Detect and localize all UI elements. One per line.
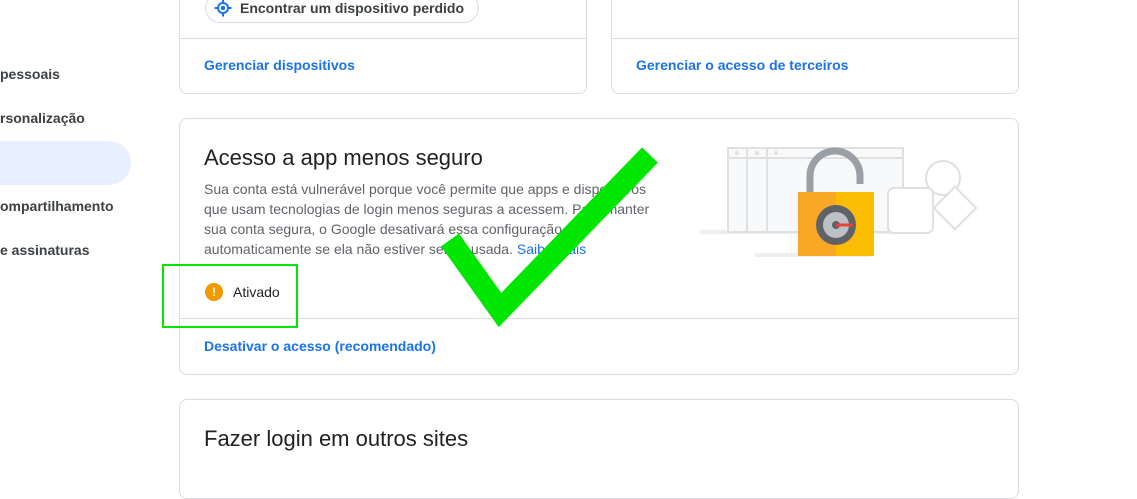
sidebar-item-label: e assinaturas	[0, 242, 90, 258]
locate-icon	[214, 0, 232, 17]
card-divider	[180, 38, 586, 39]
checkmark-icon	[430, 140, 670, 335]
card-title: Fazer login em outros sites	[204, 426, 469, 451]
other-sites-card: Fazer login em outros sites	[179, 399, 1019, 499]
sidebar-item-security[interactable]	[0, 141, 131, 185]
sidebar-item-label: pessoais	[0, 66, 60, 82]
sidebar-item-personalization[interactable]: rsonalização	[0, 96, 131, 140]
sidebar-item-label: rsonalização	[0, 110, 85, 126]
sidebar-item-payments[interactable]: e assinaturas	[0, 228, 131, 272]
manage-devices-link[interactable]: Gerenciar dispositivos	[204, 57, 355, 73]
card-divider	[612, 38, 1018, 39]
devices-card: Encontrar um dispositivo perdido Gerenci…	[179, 0, 587, 94]
disable-access-link[interactable]: Desativar o acesso (recomendado)	[204, 338, 436, 354]
manage-third-party-link[interactable]: Gerenciar o acesso de terceiros	[636, 57, 848, 73]
sidebar-item-sharing[interactable]: ompartilhamento	[0, 184, 131, 228]
sidebar-item-label: ompartilhamento	[0, 198, 114, 214]
find-device-label: Encontrar um dispositivo perdido	[240, 0, 465, 16]
sidebar-item-personal-info[interactable]: pessoais	[0, 52, 131, 96]
unlocked-padlock-illustration	[695, 140, 985, 270]
find-device-chip[interactable]: Encontrar um dispositivo perdido	[205, 0, 480, 23]
third-party-card: Gerenciar o acesso de terceiros	[611, 0, 1019, 94]
status-highlight-box	[162, 264, 298, 328]
